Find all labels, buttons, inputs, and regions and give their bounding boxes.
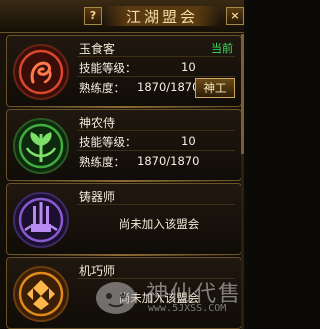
card-divider <box>6 106 240 108</box>
card-divider <box>6 254 240 256</box>
current-badge: 当前 <box>211 42 233 55</box>
divine-craft-button[interactable]: 神工 <box>195 78 235 98</box>
guild-card-zhuqishi[interactable]: 铸器师 尚未加入该盟会 <box>6 183 242 255</box>
proficiency-value: 1870/1870 <box>137 80 200 94</box>
skill-level-value: 10 <box>181 60 196 74</box>
skill-level-value: 10 <box>181 134 196 148</box>
proficiency-label: 熟练度： <box>79 81 125 95</box>
row-divider <box>77 130 235 131</box>
card-divider <box>6 180 240 182</box>
guild-name: 玉食客 <box>79 42 116 56</box>
skill-level-label: 技能等级： <box>79 135 137 149</box>
watermark: 神仙代售 www.5JXSS.COM <box>94 272 244 324</box>
guild-name: 铸器师 <box>79 190 116 204</box>
row-divider <box>77 76 235 77</box>
guild-panel: ? 江湖盟会 × 玉食客 当前 技能等级： 10 熟练度： 1870/1870 … <box>0 0 244 329</box>
guild-card-shennongshi[interactable]: 神农侍 技能等级： 10 熟练度： 1870/1870 <box>6 109 242 181</box>
mechanism-emblem-icon <box>13 266 69 322</box>
not-joined-text: 尚未加入该盟会 <box>118 217 200 231</box>
guild-card-yushike[interactable]: 玉食客 当前 技能等级： 10 熟练度： 1870/1870 神工 <box>6 35 242 107</box>
watermark-url: www.5JXSS.COM <box>148 303 227 314</box>
title-bar: ? 江湖盟会 × <box>0 0 244 33</box>
close-button[interactable]: × <box>226 7 244 25</box>
dragon-emblem-icon <box>13 44 69 100</box>
row-divider <box>77 204 235 205</box>
row-divider <box>77 56 235 57</box>
proficiency-label: 熟练度： <box>79 155 125 169</box>
herb-emblem-icon <box>13 118 69 174</box>
guild-name: 神农侍 <box>79 116 116 130</box>
help-button[interactable]: ? <box>84 7 102 25</box>
forge-emblem-icon <box>13 192 69 248</box>
scrollbar-thumb[interactable] <box>241 34 244 154</box>
row-divider <box>77 150 235 151</box>
panel-title: 江湖盟会 <box>104 6 220 26</box>
skill-level-label: 技能等级： <box>79 61 137 75</box>
watermark-logo-icon <box>96 282 136 314</box>
proficiency-value: 1870/1870 <box>137 154 200 168</box>
